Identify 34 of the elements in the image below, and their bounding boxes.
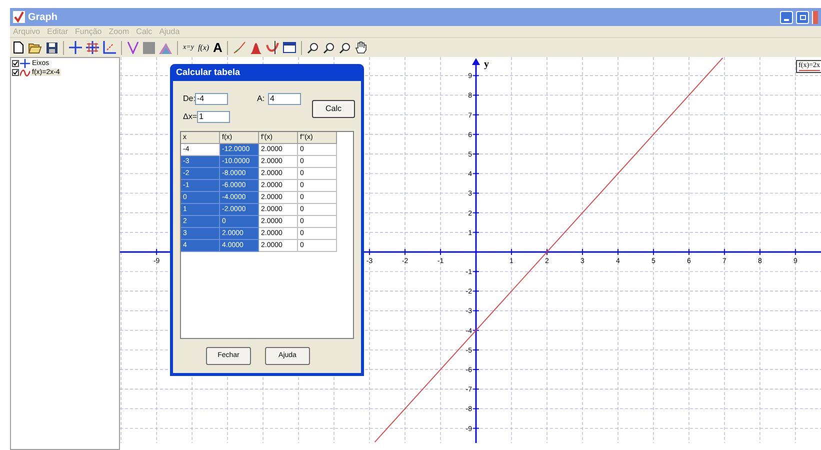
dialog-title: Calcular tabela bbox=[170, 64, 364, 81]
wave-icon bbox=[20, 68, 30, 76]
checkbox[interactable] bbox=[12, 69, 19, 76]
insert-function-icon[interactable] bbox=[127, 41, 139, 54]
zoom-out-icon[interactable] bbox=[323, 42, 336, 54]
open-folder-icon[interactable] bbox=[28, 42, 42, 54]
step-field[interactable]: 1 bbox=[197, 111, 230, 123]
from-field[interactable]: -4 bbox=[195, 93, 228, 105]
from-label: De: bbox=[183, 93, 194, 105]
calc-button[interactable]: Calc bbox=[312, 100, 355, 118]
table-icon[interactable] bbox=[283, 42, 296, 53]
hand-icon[interactable] bbox=[355, 41, 368, 54]
to-label: A: bbox=[257, 93, 266, 105]
legend-line bbox=[798, 70, 820, 71]
step-label: Δx= bbox=[183, 111, 197, 123]
axes-icon bbox=[20, 59, 30, 68]
toolbar-button[interactable]: A bbox=[213, 41, 222, 54]
window-title: Graph bbox=[28, 10, 58, 24]
restore-button[interactable] bbox=[796, 10, 809, 24]
axis-label: y bbox=[484, 59, 489, 70]
axes-icon[interactable] bbox=[69, 41, 82, 54]
checkbox[interactable] bbox=[12, 60, 19, 67]
to-field[interactable]: 4 bbox=[268, 93, 301, 105]
zoom-in-icon[interactable] bbox=[307, 42, 320, 54]
axes-grid-icon[interactable] bbox=[86, 41, 99, 54]
toolbar-button[interactable]: f(x) bbox=[198, 42, 210, 54]
minimize-button[interactable] bbox=[780, 10, 793, 24]
app-logo-icon bbox=[13, 11, 25, 23]
new-file-icon[interactable] bbox=[13, 41, 24, 54]
tangent-icon[interactable] bbox=[233, 41, 246, 54]
area-icon[interactable] bbox=[250, 42, 262, 54]
coordinate-icon[interactable] bbox=[103, 41, 116, 54]
save-icon[interactable] bbox=[46, 42, 58, 54]
close-button[interactable] bbox=[812, 10, 818, 24]
